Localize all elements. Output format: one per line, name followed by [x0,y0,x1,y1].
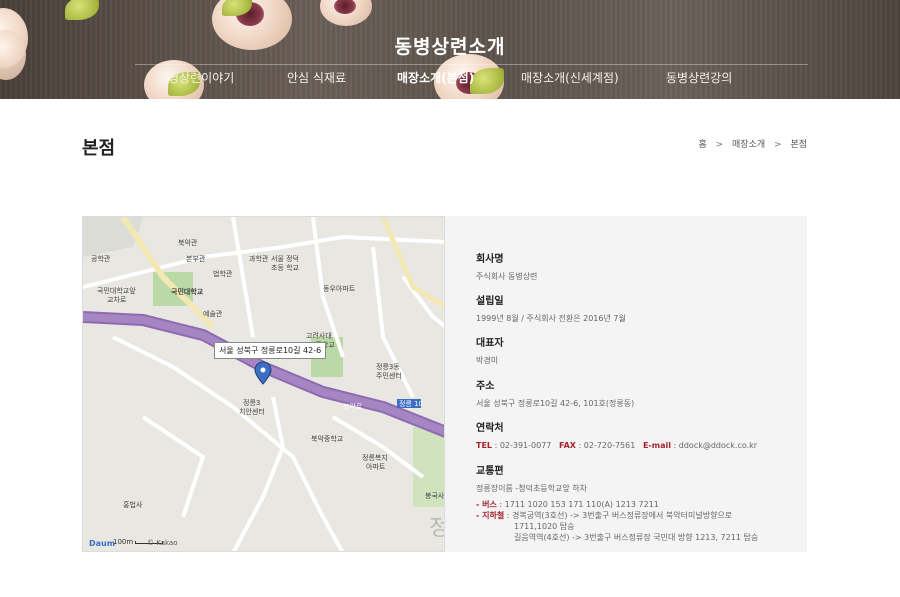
daum-logo: Daum [89,539,116,548]
map-label: 정 [429,517,444,541]
banner-divider [135,64,808,65]
map-label: 초등 학교 [271,264,299,272]
tel-value: : 02-391-0077 [492,441,552,450]
email-value[interactable]: : ddock@ddock.co.kr [671,441,758,450]
established-value: 1999년 8월 / 주식회사 전환은 2016년 7월 [476,314,626,323]
subway-line3: 길음역역(4호선) -> 3번출구 버스정류장 국민대 방향 1213, 721… [514,533,759,542]
map-label: 서울 정덕 [271,255,299,263]
map-label: 본부관 [186,255,206,263]
address-label: 주소 [476,381,495,392]
map-label: 치안센터 [239,408,265,416]
bus-label: 버스 [482,500,497,509]
map-label: 정릉복지 [362,454,388,462]
map-label: 예술관 [203,310,223,318]
map-copyright: © Kakao [147,539,178,547]
bus-value: : 1711 1020 153 171 110(A) 1213 7211 [496,500,659,509]
breadcrumb-separator: > [715,140,724,150]
fax-label: FAX [559,441,576,450]
store-info-panel: 회사명 주식회사 동병상련 설립일 1999년 8월 / 주식회사 전환은 20… [445,216,807,552]
company-value: 주식회사 동병상련 [476,272,538,281]
map-label: 정릉 [399,400,412,408]
nav-item-story[interactable]: 동병상련이야기 [157,69,234,86]
nav-item-store-main[interactable]: 매장소개(본점) [397,69,474,86]
nav-item-ingredients[interactable]: 안심 식재료 [287,69,346,86]
ceo-block: 대표자 박경미 [476,334,504,366]
map-label: 정릉3동 [376,363,400,371]
map-pin-icon[interactable] [254,361,272,385]
ceo-label: 대표자 [476,338,504,349]
map-label: 법학관 [213,270,233,278]
map-label: 주민센터 [376,372,402,380]
map-label: 공학관 [91,255,111,263]
company-block: 회사명 주식회사 동병상련 [476,250,537,282]
transport-bus: - 버스 : 1711 1020 153 171 110(A) 1213 721… [476,499,758,510]
map-label: 북악관 [178,239,198,247]
breadcrumb-home[interactable]: 홈 [698,137,706,150]
contact-block: 연락처 TEL : 02-391-0077 FAX : 02-720-7561 … [476,419,757,451]
transport-stop: 정릉장이름 -청덕초등학교앞 하차 [476,484,588,493]
contact-value: TEL : 02-391-0077 FAX : 02-720-7561 E-ma… [476,440,757,451]
map-pin-dot [260,367,266,373]
nav-item-lecture[interactable]: 동병상련강의 [666,69,732,86]
map-label: 북악로 [343,403,363,411]
email-label: E-mail [642,441,671,450]
subway-line2: 1711,1020 탑승 [514,522,575,531]
tel-label: TEL [476,441,493,450]
map-label: 국민대학교앞 [97,287,136,295]
page-title: 본점 [82,138,116,159]
company-label: 회사명 [476,254,504,265]
map-address-callout: 서울 성북구 정릉로10길 42-6 [214,342,327,359]
map-label: 홍법사 [123,501,143,509]
map-label: 동우아파트 [323,285,356,293]
established-label: 설립일 [476,296,504,307]
map-label: 교차로 [107,296,127,304]
ceo-value: 박경미 [476,356,499,365]
location-map[interactable]: 북악관 본부관 공학관 법학관 과학관 서울 정덕 초등 학교 국민대학교앞 교… [82,216,445,552]
map-label: 정릉3 [243,399,261,407]
header-banner: 동병상련소개 동병상련이야기 안심 식재료 매장소개(본점) 매장소개(신세계점… [0,0,900,99]
contact-label: 연락처 [476,423,504,434]
subway-label: 지하철 [482,511,505,520]
address-block: 주소 서울 성북구 정릉로10길 42-6, 101호(정릉동) [476,377,634,409]
map-label: 고려사대 [306,332,332,340]
breadcrumb: 홈 > 매장소개 > 본점 [698,137,807,150]
fax-value: : 02-720-7561 [575,441,636,450]
address-value: 서울 성북구 정릉로10길 42-6, 101호(정릉동) [476,399,635,408]
map-label: 북악중학교 [311,435,344,443]
map-label: 10 [414,400,423,408]
map-label: 아파트 [366,463,386,471]
transport-block: 교통편 정릉장이름 -청덕초등학교앞 하차 - 버스 : 1711 1020 1… [476,462,758,543]
main-nav: 동병상련이야기 안심 식재료 매장소개(본점) 매장소개(신세계점) 동병상련강… [0,69,900,85]
breadcrumb-stores[interactable]: 매장소개 [732,137,765,150]
breadcrumb-current: 본점 [790,140,807,150]
map-label: 국민대학교 [171,288,204,296]
map-label: 과학관 [249,255,269,263]
map-label: 봉국사 [425,492,445,500]
transport-subway: - 지하철 : 경복궁역(3호선) -> 3번출구 버스정류장에서 북악터미널방… [476,510,758,521]
transport-label: 교통편 [476,466,504,477]
established-block: 설립일 1999년 8월 / 주식회사 전환은 2016년 7월 [476,292,626,324]
map-scale-label: 100m [113,538,134,546]
nav-item-store-shinsegae[interactable]: 매장소개(신세계점) [521,69,619,86]
subway-line1: : 경복궁역(3호선) -> 3번출구 버스정류장에서 북악터미널방향으로 [504,511,733,520]
banner-title: 동병상련소개 [394,36,506,58]
breadcrumb-separator: > [774,140,782,150]
